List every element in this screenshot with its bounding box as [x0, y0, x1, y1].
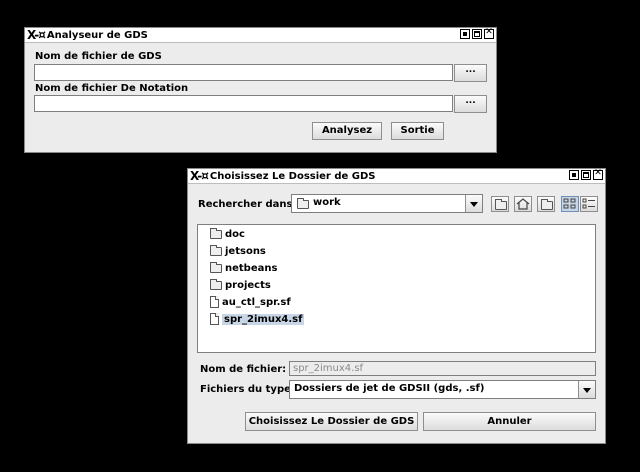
list-item-label: projects [225, 279, 271, 291]
look-in-combo[interactable]: work [291, 194, 483, 213]
minimize-icon[interactable] [569, 170, 579, 180]
window-logo-icon: X-¤ [27, 28, 46, 42]
new-folder-icon [541, 199, 553, 210]
gds-file-label: Nom de fichier de GDS [35, 51, 162, 62]
analyzer-window: X-¤ Analyseur de GDS Nom de fichier de G… [24, 27, 497, 153]
file-list[interactable]: doc jetsons netbeans projects au_ctl_spr… [197, 224, 596, 353]
chooser-titlebar[interactable]: X-¤ Choisissez Le Dossier de GDS [188, 168, 605, 184]
file-icon [210, 296, 219, 308]
list-item-label: au_ctl_spr.sf [222, 296, 291, 308]
exit-button[interactable]: Sortie [391, 122, 444, 140]
browse-notation-button[interactable]: ... [454, 95, 487, 113]
analyzer-title: Analyseur de GDS [46, 29, 148, 41]
maximize-icon[interactable] [472, 29, 482, 39]
analyzer-titlebar[interactable]: X-¤ Analyseur de GDS [25, 27, 496, 43]
cancel-button[interactable]: Annuler [423, 412, 596, 431]
list-item-label: netbeans [225, 262, 278, 274]
notation-file-input[interactable] [34, 95, 453, 112]
analyze-button[interactable]: Analysez [312, 122, 382, 140]
browse-gds-button[interactable]: ... [454, 64, 487, 82]
filetype-combo[interactable]: Dossiers de jet de GDSII (gds, .sf) [289, 380, 596, 399]
file-chooser-window: X-¤ Choisissez Le Dossier de GDS Recherc… [187, 168, 606, 444]
list-item[interactable]: doc [210, 227, 245, 241]
new-folder-button[interactable] [537, 196, 555, 212]
list-item[interactable]: au_ctl_spr.sf [210, 295, 291, 309]
up-folder-button[interactable] [491, 196, 509, 212]
details-view-icon [582, 198, 595, 209]
folder-icon [297, 198, 309, 209]
home-icon [516, 198, 530, 210]
chooser-title: Choisissez Le Dossier de GDS [209, 170, 376, 182]
folder-icon [210, 278, 222, 290]
file-icon [210, 313, 219, 325]
chevron-down-icon[interactable] [465, 195, 482, 212]
list-view-icon [563, 198, 576, 209]
look-in-value: work [313, 197, 341, 208]
notation-file-label: Nom de fichier De Notation [35, 83, 189, 94]
maximize-icon[interactable] [581, 170, 591, 180]
filetype-value: Dossiers de jet de GDSII (gds, .sf) [294, 383, 485, 394]
list-item-label: jetsons [225, 245, 266, 257]
filename-input[interactable]: spr_2imux4.sf [289, 361, 596, 376]
close-icon[interactable] [484, 27, 494, 39]
chevron-down-icon[interactable] [578, 381, 595, 398]
close-icon[interactable] [593, 168, 603, 180]
gds-file-input[interactable] [34, 64, 453, 81]
home-button[interactable] [514, 196, 532, 212]
list-view-button[interactable] [561, 196, 579, 212]
minimize-icon[interactable] [460, 29, 470, 39]
list-item[interactable]: jetsons [210, 244, 266, 258]
folder-icon [210, 227, 222, 239]
look-in-label: Rechercher dans : [198, 199, 300, 210]
filetype-label: Fichiers du type : [200, 384, 299, 395]
folder-icon [210, 261, 222, 273]
up-folder-icon [495, 199, 507, 210]
list-item[interactable]: projects [210, 278, 271, 292]
list-item-selected[interactable]: spr_2imux4.sf [210, 312, 305, 326]
folder-icon [210, 244, 222, 256]
window-logo-icon: X-¤ [190, 169, 209, 183]
list-item-label: doc [225, 228, 245, 240]
filename-label: Nom de fichier: [200, 364, 287, 375]
list-item-label: spr_2imux4.sf [222, 313, 305, 325]
list-item[interactable]: netbeans [210, 261, 277, 275]
choose-gds-button[interactable]: Choisissez Le Dossier de GDS [245, 412, 418, 431]
details-view-button[interactable] [580, 196, 598, 212]
